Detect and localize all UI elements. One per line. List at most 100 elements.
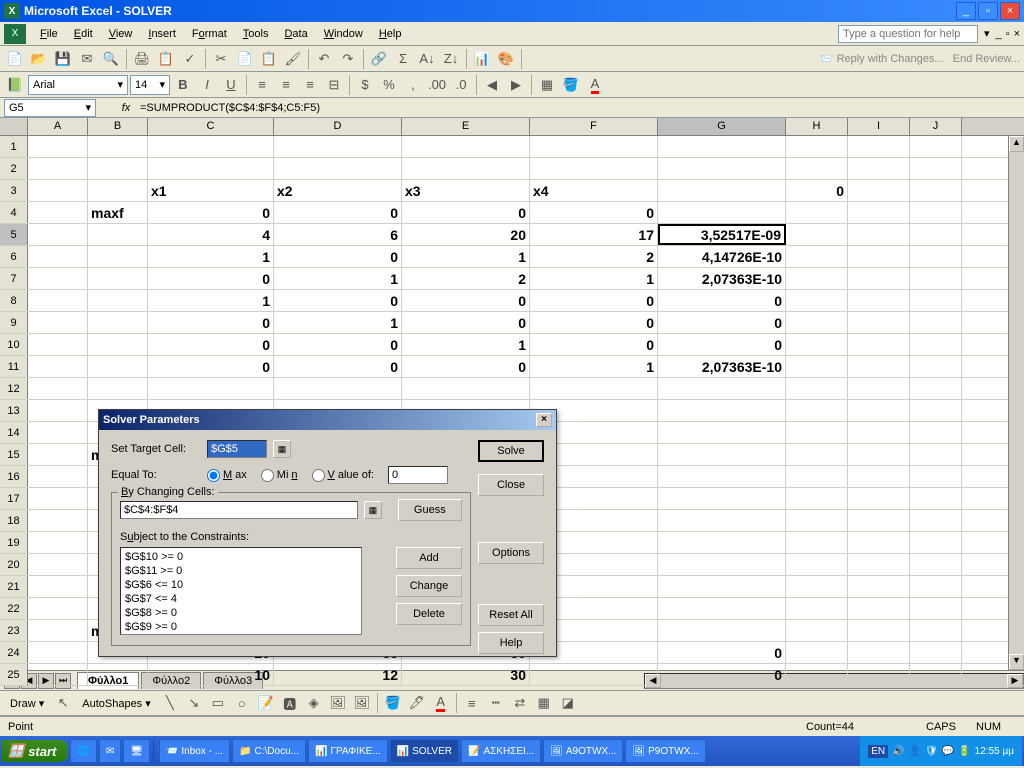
cell-D2[interactable]: [274, 158, 402, 179]
cell-J9[interactable]: [910, 312, 962, 333]
cell-G9[interactable]: 0: [658, 312, 786, 333]
merge-icon[interactable]: ⊟: [323, 74, 345, 96]
cell-I25[interactable]: [848, 664, 910, 685]
cell-B3[interactable]: [88, 180, 148, 201]
cell-G11[interactable]: 2,07363E-10: [658, 356, 786, 377]
cell-H12[interactable]: [786, 378, 848, 399]
cell-F9[interactable]: 0: [530, 312, 658, 333]
row-header-4[interactable]: 4: [0, 202, 28, 223]
font-color-icon[interactable]: A: [584, 74, 606, 96]
cell-G1[interactable]: [658, 136, 786, 157]
cell-G14[interactable]: [658, 422, 786, 443]
cell-J18[interactable]: [910, 510, 962, 531]
tray-icon[interactable]: 🛡: [925, 746, 938, 757]
cell-A21[interactable]: [28, 576, 88, 597]
cell-E8[interactable]: 0: [402, 290, 530, 311]
target-cell-input[interactable]: [207, 440, 267, 458]
drawing-icon[interactable]: 🎨: [495, 48, 517, 70]
name-box[interactable]: G5▾: [4, 99, 96, 117]
threed-icon[interactable]: ◪: [557, 692, 579, 714]
cell-G4[interactable]: [658, 202, 786, 223]
start-button[interactable]: 🪟 start: [2, 740, 68, 762]
row-header-20[interactable]: 20: [0, 554, 28, 575]
cell-H23[interactable]: [786, 620, 848, 641]
menu-view[interactable]: View: [101, 26, 141, 42]
dialog-close-button[interactable]: ×: [536, 413, 552, 427]
cell-D12[interactable]: [274, 378, 402, 399]
cell-C25[interactable]: 10: [148, 664, 274, 685]
cell-G8[interactable]: 0: [658, 290, 786, 311]
cell-C4[interactable]: 0: [148, 202, 274, 223]
cell-H21[interactable]: [786, 576, 848, 597]
spell-icon[interactable]: ✓: [179, 48, 201, 70]
cell-I16[interactable]: [848, 466, 910, 487]
menu-window[interactable]: Window: [316, 26, 371, 42]
cell-B5[interactable]: [88, 224, 148, 245]
cell-C11[interactable]: 0: [148, 356, 274, 377]
restore-button[interactable]: ▫: [978, 2, 998, 20]
menu-edit[interactable]: Edit: [66, 26, 101, 42]
row-header-1[interactable]: 1: [0, 136, 28, 157]
cell-F6[interactable]: 2: [530, 246, 658, 267]
cell-A18[interactable]: [28, 510, 88, 531]
cell-H6[interactable]: [786, 246, 848, 267]
cell-J12[interactable]: [910, 378, 962, 399]
row-header-3[interactable]: 3: [0, 180, 28, 201]
cell-B4[interactable]: maxf: [88, 202, 148, 223]
cell-J4[interactable]: [910, 202, 962, 223]
save-icon[interactable]: 💾: [52, 48, 74, 70]
constraint-item[interactable]: $G$11 >= 0: [125, 564, 357, 578]
cut-icon[interactable]: ✂: [210, 48, 232, 70]
cell-D7[interactable]: 1: [274, 268, 402, 289]
paste-icon[interactable]: 📋: [258, 48, 280, 70]
row-header-25[interactable]: 25: [0, 664, 28, 685]
cell-J7[interactable]: [910, 268, 962, 289]
autosum-icon[interactable]: Σ: [392, 48, 414, 70]
reply-changes-label[interactable]: Reply with Changes...: [837, 53, 944, 65]
changing-range-picker-icon[interactable]: ▦: [364, 501, 382, 519]
close-button[interactable]: ×: [1000, 2, 1020, 20]
cell-H8[interactable]: [786, 290, 848, 311]
cell-F7[interactable]: 1: [530, 268, 658, 289]
help-button[interactable]: Help: [478, 632, 544, 654]
lang-indicator[interactable]: EN: [868, 745, 888, 758]
taskbar-item[interactable]: 📊ΓΡΑΦΙΚΕ...: [308, 739, 388, 763]
draw-menu[interactable]: Draw ▾: [4, 697, 50, 710]
currency-icon[interactable]: $: [354, 74, 376, 96]
cell-I5[interactable]: [848, 224, 910, 245]
cell-G15[interactable]: [658, 444, 786, 465]
undo-icon[interactable]: ↶: [313, 48, 335, 70]
col-header-F[interactable]: F: [530, 118, 658, 135]
cell-A11[interactable]: [28, 356, 88, 377]
cell-I24[interactable]: [848, 642, 910, 663]
row-header-13[interactable]: 13: [0, 400, 28, 421]
cell-C3[interactable]: x1: [148, 180, 274, 201]
comma-icon[interactable]: ,: [402, 74, 424, 96]
cell-J1[interactable]: [910, 136, 962, 157]
taskbar-item[interactable]: 📊SOLVER: [390, 739, 459, 763]
system-tray[interactable]: EN 🔊 👤 🛡 💬 🔋 12:55 µµ: [860, 736, 1022, 766]
quicklaunch-desktop[interactable]: 🖥: [123, 739, 150, 763]
cell-H17[interactable]: [786, 488, 848, 509]
row-header-22[interactable]: 22: [0, 598, 28, 619]
cell-G13[interactable]: [658, 400, 786, 421]
taskbar-item[interactable]: 📝ΑΣΚΗΣΕΙ...: [461, 739, 541, 763]
minimize-button[interactable]: _: [956, 2, 976, 20]
cell-I21[interactable]: [848, 576, 910, 597]
cell-H1[interactable]: [786, 136, 848, 157]
guess-button[interactable]: Guess: [398, 499, 462, 521]
row-header-10[interactable]: 10: [0, 334, 28, 355]
cell-J6[interactable]: [910, 246, 962, 267]
quicklaunch-ie[interactable]: 🌐: [70, 739, 96, 763]
hyperlink-icon[interactable]: 🔗: [368, 48, 390, 70]
reset-all-button[interactable]: Reset All: [478, 604, 544, 626]
cell-C5[interactable]: 4: [148, 224, 274, 245]
row-header-17[interactable]: 17: [0, 488, 28, 509]
cell-A7[interactable]: [28, 268, 88, 289]
cell-J23[interactable]: [910, 620, 962, 641]
taskbar-item[interactable]: 🖼A9OTWX...: [543, 739, 623, 763]
cell-I22[interactable]: [848, 598, 910, 619]
decrease-indent-icon[interactable]: ◀: [481, 74, 503, 96]
col-header-E[interactable]: E: [402, 118, 530, 135]
cell-J16[interactable]: [910, 466, 962, 487]
